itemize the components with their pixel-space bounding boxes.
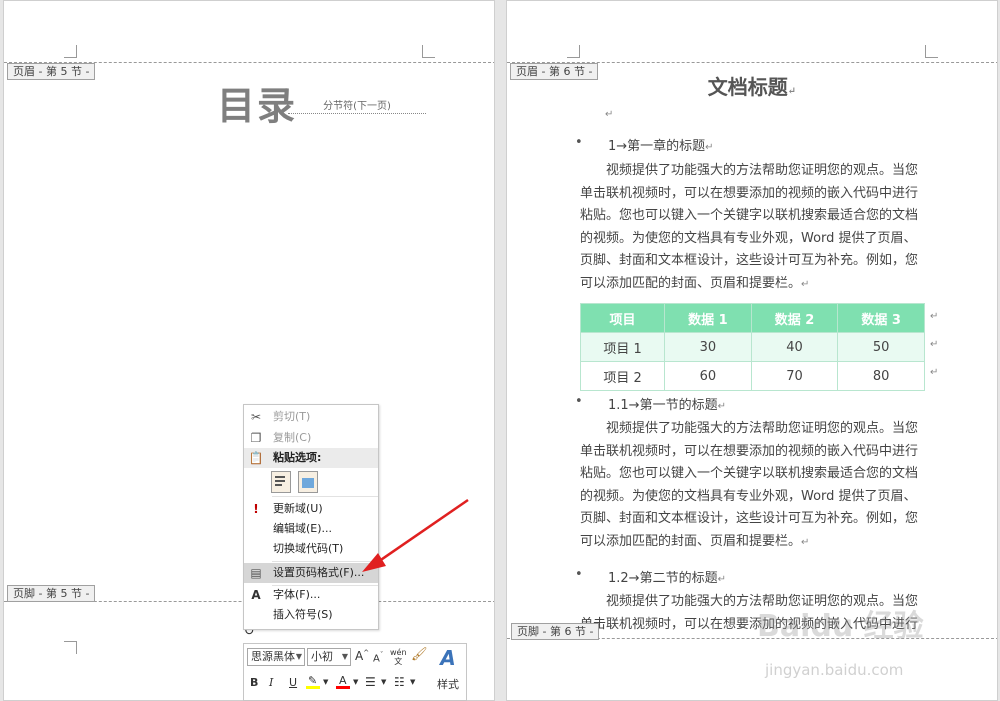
margin-corner-top-right <box>422 45 435 58</box>
table-cell[interactable]: 40 <box>750 332 839 362</box>
chevron-down-icon[interactable]: ▼ <box>410 678 415 686</box>
menu-separator <box>272 561 378 562</box>
format-painter-icon[interactable]: 🖌 <box>411 647 428 662</box>
row-end-mark: ↵ <box>930 311 939 322</box>
menu-item-format-page-numbers[interactable]: ▤ 设置页码格式(F)... <box>244 563 378 583</box>
heading-1-2[interactable]: • 1.2→第二节的标题↵ <box>575 567 726 586</box>
table-cell[interactable]: 50 <box>837 332 925 362</box>
table-cell[interactable]: 80 <box>837 361 925 391</box>
table-cell[interactable]: 60 <box>664 361 752 391</box>
margin-corner-bottom-left <box>64 641 77 654</box>
mini-toolbar: 思源黑体 ▼ 小初 ▼ A^ Aˇ wén 文 🖌 A 样式 B I U ✎ ▼ A … <box>243 643 467 701</box>
copy-icon: ❐ <box>250 431 262 445</box>
header-section-tag[interactable]: 页眉 - 第 5 节 - <box>7 63 96 80</box>
highlight-color-swatch <box>306 686 320 689</box>
watermark-url: jingyan.baidu.com <box>765 661 904 679</box>
body-paragraph-1[interactable]: 视频提供了功能强大的方法帮助您证明您的观点。当您 单击联机视频时，可以在想要添加… <box>580 160 928 296</box>
shrink-font-icon[interactable]: Aˇ <box>373 651 383 664</box>
data-table[interactable]: 项目 数据 1 数据 2 数据 3 项目 1 30 40 50 项目 2 60 … <box>579 303 925 391</box>
font-color-icon[interactable]: A <box>336 674 350 689</box>
heading-1[interactable]: • 1→第一章的标题↵ <box>575 135 714 154</box>
menu-item-cut[interactable]: ✂ 剪切(T) <box>244 407 378 427</box>
font-size-dropdown[interactable]: 小初 ▼ <box>307 648 351 666</box>
body-paragraph-2[interactable]: 视频提供了功能强大的方法帮助您证明您的观点。当您 单击联机视频时，可以在想要添加… <box>580 418 928 554</box>
chevron-down-icon: ▼ <box>295 652 302 661</box>
font-name-dropdown[interactable]: 思源黑体 ▼ <box>247 648 305 666</box>
footer-section-tag[interactable]: 页脚 - 第 5 节 - <box>7 585 96 602</box>
empty-paragraph-mark: ↵ <box>605 109 614 120</box>
row-end-mark: ↵ <box>930 339 939 350</box>
margin-corner-top-right <box>925 45 938 58</box>
table-cell[interactable]: 项目 1 <box>579 332 666 362</box>
menu-item-edit-field[interactable]: 编辑域(E)... <box>244 519 378 539</box>
context-menu: ✂ 剪切(T) ❐ 复制(C) 📋 粘贴选项: ! 更新域(U) 编辑域(E)... 切… <box>243 404 379 630</box>
styles-icon[interactable]: A <box>434 646 462 670</box>
menu-item-copy[interactable]: ❐ 复制(C) <box>244 428 378 448</box>
chevron-down-icon[interactable]: ▼ <box>353 678 358 686</box>
table-cell[interactable]: 70 <box>750 361 839 391</box>
table-cell[interactable]: 项目 2 <box>579 361 666 391</box>
menu-item-update-field[interactable]: ! 更新域(U) <box>244 499 378 519</box>
chevron-down-icon[interactable]: ▼ <box>323 678 328 686</box>
toc-title[interactable]: 目录 <box>217 75 297 130</box>
row-end-mark: ↵ <box>930 367 939 378</box>
heading-1-1[interactable]: • 1.1→第一节的标题↵ <box>575 394 726 413</box>
italic-button[interactable]: I <box>269 676 273 689</box>
table-header-cell[interactable]: 项目 <box>579 303 666 333</box>
document-title[interactable]: 文档标题↵ <box>507 71 997 100</box>
watermark-logo: Baidu 经验 <box>757 609 924 644</box>
bullets-icon[interactable]: ☰ <box>365 675 376 689</box>
margin-corner-top-left <box>64 45 77 58</box>
phonetic-guide-icon[interactable]: wén 文 <box>390 648 407 666</box>
scissors-icon: ✂ <box>250 410 262 424</box>
menu-item-insert-symbol[interactable]: 插入符号(S) <box>244 605 378 625</box>
bold-button[interactable]: B <box>250 676 258 689</box>
chevron-down-icon[interactable]: ▼ <box>381 678 386 686</box>
table-header-cell[interactable]: 数据 3 <box>837 303 925 333</box>
grow-font-icon[interactable]: A^ <box>355 649 369 663</box>
table-row: 项目 2 60 70 80 <box>579 361 925 391</box>
menu-separator <box>272 496 378 497</box>
table-row: 项目 1 30 40 50 <box>579 332 925 362</box>
section-break-marker: 分节符(下一页) <box>288 101 426 114</box>
font-icon: A <box>251 588 261 602</box>
footer-section-tag[interactable]: 页脚 - 第 6 节 - <box>511 623 600 640</box>
menu-item-toggle-field-codes[interactable]: 切换域代码(T) <box>244 539 378 559</box>
clipboard-icon: 📋 <box>248 451 264 465</box>
underline-button[interactable]: U <box>289 676 297 689</box>
page-number-format-icon: ▤ <box>250 566 262 580</box>
table-cell[interactable]: 30 <box>664 332 752 362</box>
font-color-swatch <box>336 686 350 689</box>
update-field-icon: ! <box>253 502 259 516</box>
table-header-row: 项目 数据 1 数据 2 数据 3 <box>579 303 925 333</box>
numbering-icon[interactable]: ☷ <box>394 675 405 689</box>
highlight-icon[interactable]: ✎ <box>306 674 320 689</box>
paste-keep-source-icon[interactable] <box>271 471 291 493</box>
table-header-cell[interactable]: 数据 2 <box>750 303 839 333</box>
paste-picture-icon[interactable] <box>298 471 318 493</box>
styles-button-label[interactable]: 样式 <box>433 676 463 692</box>
margin-corner-top-left <box>567 45 580 58</box>
table-header-cell[interactable]: 数据 1 <box>664 303 752 333</box>
menu-item-font[interactable]: A 字体(F)... <box>244 585 378 605</box>
document-page-right[interactable]: 页眉 - 第 6 节 - 文档标题↵ ↵ • 1→第一章的标题↵ 视频提供了功能强… <box>506 0 998 701</box>
chevron-down-icon: ▼ <box>341 652 348 661</box>
menu-paste-options-header: 📋 粘贴选项: <box>244 448 378 468</box>
